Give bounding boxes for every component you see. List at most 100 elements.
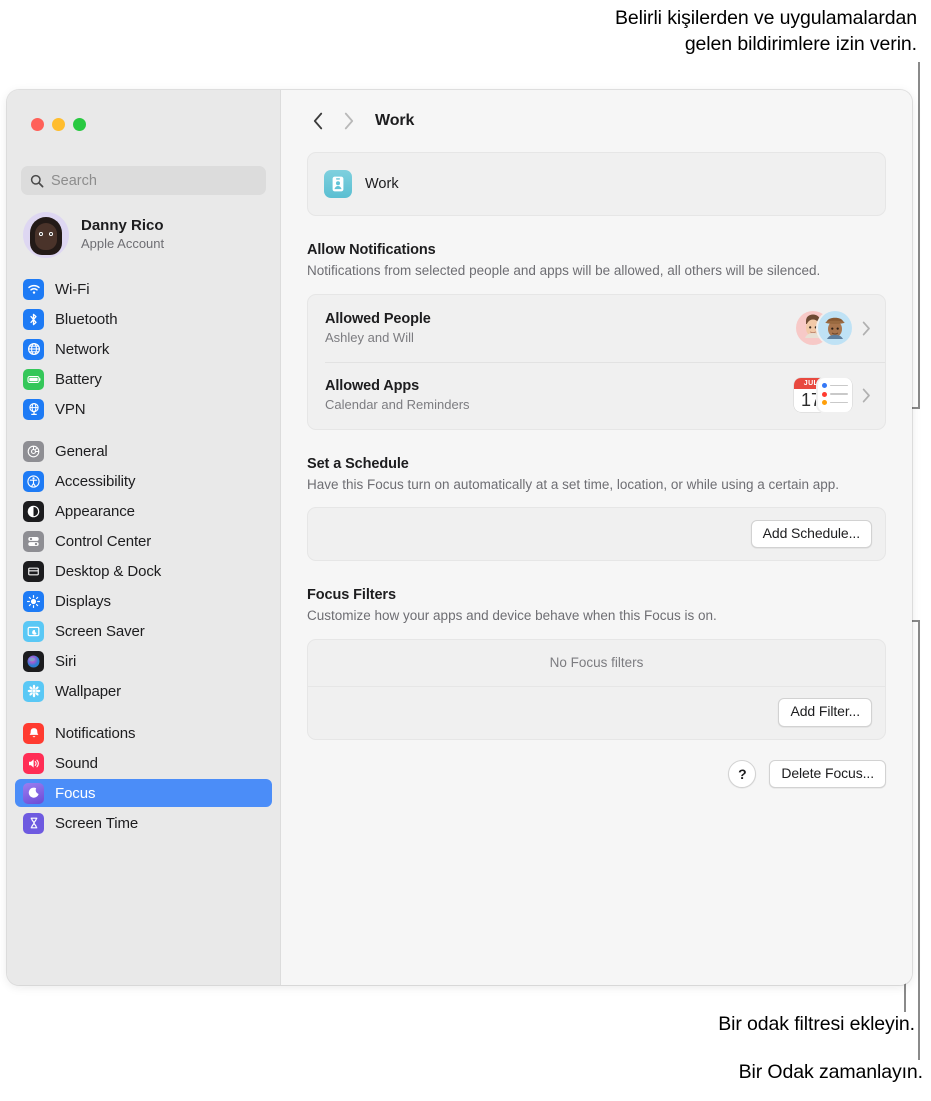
forward-chevron-icon: [344, 112, 353, 130]
sidebar-item-label: Desktop & Dock: [55, 562, 162, 580]
globe-icon: [23, 338, 44, 360]
callout-allow-notifications: Belirli kişilerden ve uygulamalardan gel…: [614, 7, 917, 55]
add-filter-button[interactable]: Add Filter...: [778, 698, 872, 727]
sidebar-item-control-center[interactable]: Control Center: [15, 527, 272, 555]
sidebar-item-general[interactable]: General: [15, 437, 272, 465]
row-allowed-people[interactable]: Allowed People Ashley and Will: [308, 295, 885, 362]
sidebar-item-network[interactable]: Network: [15, 335, 272, 363]
sidebar-item-wi-fi[interactable]: Wi-Fi: [15, 275, 272, 303]
section-title-focus-filters: Focus Filters: [307, 587, 396, 604]
section-desc-focus-filters: Customize how your apps and device behav…: [307, 608, 717, 624]
forward-button[interactable]: [333, 106, 363, 136]
schedule-button-row: Add Schedule...: [308, 508, 885, 560]
account-row[interactable]: Danny Rico Apple Account: [23, 212, 164, 258]
main-content: Work Work Allow Notifications Notificati…: [281, 90, 912, 985]
focus-profile-name: Work: [365, 176, 399, 192]
chevron-right-icon: [862, 388, 870, 403]
minimize-button[interactable]: [52, 118, 65, 131]
sidebar-item-label: Appearance: [55, 502, 135, 520]
delete-focus-button[interactable]: Delete Focus...: [769, 759, 886, 789]
work-badge-icon: [324, 170, 352, 198]
search-field[interactable]: Search: [21, 166, 266, 195]
allow-notifications-card: Allowed People Ashley and Will Allowed A…: [307, 293, 886, 430]
sidebar-item-label: Sound: [55, 754, 98, 772]
row-title: Allowed People: [325, 311, 431, 328]
bluetooth-icon: [23, 308, 44, 330]
search-icon: [30, 174, 44, 187]
focus-filters-panel: No Focus filters Add Filter...: [307, 638, 886, 740]
speaker-icon: [23, 752, 44, 774]
sidebar-item-label: Notifications: [55, 724, 136, 742]
sidebar-item-label: Battery: [55, 370, 102, 388]
close-button[interactable]: [31, 118, 44, 131]
screen-saver-icon: [23, 620, 44, 642]
avatar: [23, 212, 69, 258]
memoji-pair-icon: [796, 311, 852, 346]
footer-actions: ? Delete Focus...: [307, 759, 886, 789]
sidebar-item-label: Siri: [55, 652, 77, 670]
leader-line-schedule-vertical: [918, 620, 920, 1060]
sidebar-item-bluetooth[interactable]: Bluetooth: [15, 305, 272, 333]
sidebar-item-label: Focus: [55, 784, 96, 802]
bell-icon: [23, 722, 44, 744]
sidebar-item-accessibility[interactable]: Accessibility: [15, 467, 272, 495]
sidebar: Search Danny Rico Apple Account Wi-Fi Bl…: [7, 90, 281, 985]
accessibility-icon: [23, 470, 44, 492]
sidebar-item-screen-time[interactable]: Screen Time: [15, 809, 272, 837]
sidebar-item-vpn[interactable]: VPN: [15, 395, 272, 423]
sidebar-item-siri[interactable]: Siri: [15, 647, 272, 675]
sidebar-nav: Wi-Fi Bluetooth Network Battery VPN Gene…: [7, 273, 280, 839]
vpn-icon: [23, 398, 44, 420]
siri-icon: [23, 650, 44, 672]
sidebar-item-sound[interactable]: Sound: [15, 749, 272, 777]
search-placeholder: Search: [51, 172, 97, 189]
sidebar-item-desktop-and-dock[interactable]: Desktop & Dock: [15, 557, 272, 585]
focus-profile-card[interactable]: Work: [307, 152, 886, 216]
sidebar-item-label: Accessibility: [55, 472, 136, 490]
section-desc-set-a-schedule: Have this Focus turn on automatically at…: [307, 476, 840, 492]
sidebar-item-battery[interactable]: Battery: [15, 365, 272, 393]
sidebar-item-label: Screen Time: [55, 814, 139, 832]
help-button[interactable]: ?: [728, 759, 757, 788]
sidebar-item-notifications[interactable]: Notifications: [15, 719, 272, 747]
gear-icon: [23, 440, 44, 462]
memoji-will-icon: [818, 311, 852, 346]
callout-add-schedule: Bir Odak zamanlayın.: [738, 1061, 924, 1083]
sidebar-item-screen-saver[interactable]: Screen Saver: [15, 617, 272, 645]
toolbar: Work: [281, 90, 912, 152]
filter-button-row: Add Filter...: [308, 687, 885, 739]
displays-icon: [23, 590, 44, 612]
page-title: Work: [375, 112, 415, 129]
sidebar-item-focus[interactable]: Focus: [15, 779, 272, 807]
sidebar-item-appearance[interactable]: Appearance: [15, 497, 272, 525]
sidebar-group-system: General Accessibility Appearance Control…: [7, 437, 280, 705]
row-subtitle: Ashley and Will: [325, 330, 414, 346]
schedule-panel: Add Schedule...: [307, 507, 886, 562]
desktop-dock-icon: [23, 560, 44, 582]
back-chevron-icon: [313, 112, 322, 130]
row-accessory: JUL 17: [794, 378, 871, 413]
sidebar-item-label: VPN: [55, 400, 86, 418]
account-name: Danny Rico: [81, 217, 164, 235]
wallpaper-icon: [23, 680, 44, 702]
system-settings-window: Search Danny Rico Apple Account Wi-Fi Bl…: [7, 90, 912, 985]
hourglass-icon: [23, 812, 44, 834]
sidebar-item-label: Network: [55, 340, 110, 358]
sidebar-item-label: General: [55, 442, 108, 460]
wifi-icon: [23, 278, 44, 300]
add-schedule-button[interactable]: Add Schedule...: [750, 519, 872, 549]
back-button[interactable]: [303, 106, 333, 136]
sidebar-item-displays[interactable]: Displays: [15, 587, 272, 615]
window-traffic-lights: [31, 118, 86, 131]
leader-line-top-vertical: [918, 62, 920, 409]
sidebar-item-label: Wi-Fi: [55, 280, 90, 298]
section-title-allow-notifications: Allow Notifications: [307, 242, 436, 258]
sidebar-item-label: Control Center: [55, 532, 152, 550]
sidebar-item-wallpaper[interactable]: Wallpaper: [15, 677, 272, 705]
section-desc-allow-notifications: Notifications from selected people and a…: [307, 263, 821, 278]
section-title-set-a-schedule: Set a Schedule: [307, 455, 409, 472]
zoom-button[interactable]: [73, 118, 86, 131]
row-allowed-apps[interactable]: Allowed Apps Calendar and Reminders JUL …: [308, 361, 885, 429]
sidebar-item-label: Displays: [55, 592, 111, 610]
sidebar-item-label: Wallpaper: [55, 682, 122, 700]
